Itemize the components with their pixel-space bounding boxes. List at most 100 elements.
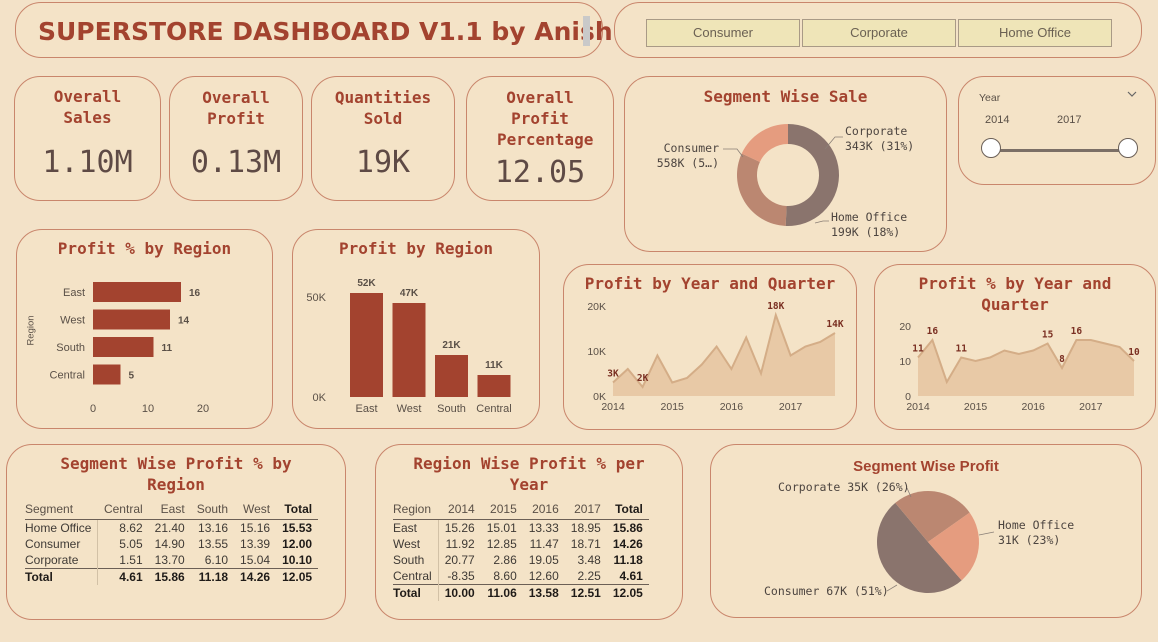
column-header[interactable]: Region bbox=[393, 500, 439, 520]
donut-label-consumer: Consumer 558K (5…) bbox=[653, 141, 719, 171]
label-name: Corporate bbox=[845, 124, 908, 138]
kpi-value: 19K bbox=[355, 145, 411, 180]
y-tick-label: 0K bbox=[313, 392, 327, 404]
donut-slice-corporate bbox=[737, 153, 787, 226]
table-cell: 15.16 bbox=[240, 521, 271, 535]
column-header[interactable]: South bbox=[190, 500, 235, 520]
column-header[interactable]: East bbox=[148, 500, 191, 520]
table-row: Consumer 5.05 14.90 13.55 13.39 12.00 bbox=[25, 536, 318, 552]
table-row: South 20.77 2.86 19.05 3.48 11.18 bbox=[393, 552, 649, 568]
table-cell: 11.92 bbox=[445, 537, 475, 551]
table-cell: East bbox=[393, 519, 439, 536]
y-tick-label: 20 bbox=[899, 321, 911, 333]
data-label: 2K bbox=[637, 373, 649, 384]
profit-pct-year-quarter-chart: 010202014 2015 2016 20171116111581610 bbox=[899, 321, 1140, 413]
region-profit-matrix: Region 2014 2015 2016 2017 Total East 15.26 15.0… bbox=[393, 500, 649, 601]
segment-profit-matrix: Segment Central East South West Total Home Off… bbox=[25, 500, 319, 585]
data-label: 18K bbox=[767, 301, 784, 312]
table-cell: 13.55 bbox=[198, 537, 229, 551]
column-header[interactable]: Segment bbox=[25, 500, 98, 520]
column-header[interactable]: West bbox=[234, 500, 277, 520]
year-slider-track[interactable] bbox=[992, 149, 1129, 152]
pie-label-corporate: Corporate 35K (26%) bbox=[778, 480, 910, 494]
table-cell: 14.26 bbox=[612, 537, 643, 551]
table-cell: 12.60 bbox=[528, 569, 559, 583]
y-tick-label: 10 bbox=[899, 356, 911, 368]
segment-button-home-office[interactable]: Home Office bbox=[958, 19, 1112, 47]
y-axis-title: Region bbox=[25, 315, 37, 346]
column-header[interactable]: Total bbox=[276, 500, 319, 520]
bar bbox=[435, 355, 468, 397]
column-header[interactable]: 2015 bbox=[480, 500, 523, 520]
category-label: South bbox=[437, 403, 466, 415]
table-cell: 10.10 bbox=[282, 553, 313, 567]
table-cell: 12.05 bbox=[606, 584, 649, 601]
segment-profit-table-card: Segment Wise Profit % by Region Segment C… bbox=[6, 444, 346, 620]
bar bbox=[93, 309, 170, 330]
year-start-input[interactable]: 2014 bbox=[985, 114, 1009, 126]
column-header[interactable]: 2014 bbox=[438, 500, 481, 520]
category-label: East bbox=[355, 403, 377, 415]
kpi-overall-profit: Overall Profit 0.13M bbox=[169, 76, 303, 201]
category-label: South bbox=[56, 342, 85, 354]
column-header[interactable]: 2016 bbox=[522, 500, 565, 520]
table-cell: 6.10 bbox=[204, 553, 229, 567]
data-label: 52K bbox=[357, 278, 376, 289]
table-cell: Central bbox=[393, 568, 439, 585]
table-title: Region Wise Profit % per Year bbox=[413, 454, 645, 494]
x-tick-label: 2015 bbox=[964, 401, 988, 413]
segment-button-consumer[interactable]: Consumer bbox=[646, 19, 800, 47]
table-cell: 15.53 bbox=[282, 521, 313, 535]
table-cell: 15.01 bbox=[486, 521, 517, 535]
kpi-value: 1.10M bbox=[42, 145, 133, 180]
area-fill bbox=[918, 340, 1134, 396]
data-label: 14K bbox=[826, 319, 843, 330]
profit-pct-year-quarter-card: Profit % by Year and Quarter 0 10 20 2014 20… bbox=[874, 264, 1156, 430]
segment-button-corporate[interactable]: Corporate bbox=[802, 19, 956, 47]
profit-year-quarter-chart: 0K10K20K2014 2015 2016 20173K 2K18K14K bbox=[587, 301, 844, 413]
leader-line-home-office bbox=[814, 220, 829, 224]
year-end-input[interactable]: 2017 bbox=[1057, 114, 1081, 126]
table-cell: 12.85 bbox=[486, 537, 517, 551]
y-tick-label: 20K bbox=[587, 301, 606, 313]
table-cell: 13.58 bbox=[522, 584, 565, 601]
category-label: West bbox=[397, 403, 422, 415]
y-tick-label: 10K bbox=[587, 346, 606, 358]
year-slider-end-handle[interactable] bbox=[1118, 138, 1138, 158]
column-header[interactable]: 2017 bbox=[564, 500, 607, 520]
table-cell: 1.51 bbox=[119, 553, 143, 567]
table-cell: 21.40 bbox=[154, 521, 185, 535]
kpi-label: Quantities Sold bbox=[334, 88, 432, 128]
table-cell: 12.05 bbox=[276, 568, 319, 585]
profit-year-quarter-card: Profit by Year and Quarter 0K 10K 20K 2014 2… bbox=[563, 264, 857, 430]
bar bbox=[350, 293, 383, 397]
kpi-label: Overall Profit bbox=[202, 88, 270, 128]
table-cell: 4.61 bbox=[619, 569, 643, 583]
segment-slicer: Consumer Corporate Home Office bbox=[614, 2, 1142, 58]
data-label: 15 bbox=[1042, 330, 1054, 341]
x-tick-label: 0 bbox=[90, 403, 96, 415]
bar bbox=[477, 375, 511, 397]
table-cell: Corporate bbox=[25, 552, 99, 569]
column-header[interactable]: Central bbox=[97, 500, 149, 520]
table-cell: 11.18 bbox=[190, 568, 235, 585]
data-label: 5 bbox=[129, 371, 135, 382]
column-header[interactable]: Total bbox=[606, 500, 649, 520]
x-tick-label: 2016 bbox=[720, 401, 744, 413]
year-slider-start-handle[interactable] bbox=[981, 138, 1001, 158]
table-cell: 18.71 bbox=[570, 537, 601, 551]
year-slicer-card: Year 2014 2017 bbox=[958, 76, 1156, 185]
x-tick-label: 2017 bbox=[779, 401, 803, 413]
table-cell: 19.05 bbox=[528, 553, 559, 567]
chevron-down-icon[interactable] bbox=[1127, 90, 1137, 98]
x-tick-label: 2014 bbox=[601, 401, 625, 413]
category-label: Central bbox=[50, 370, 85, 382]
table-row: Central -8.35 8.60 12.60 2.25 4.61 bbox=[393, 568, 649, 585]
label-name: Home Office bbox=[998, 518, 1075, 532]
table-cell: 15.86 bbox=[612, 521, 643, 535]
kpi-overall-profit-percentage: Overall Profit Percentage 12.05 bbox=[466, 76, 614, 201]
table-cell: 12.00 bbox=[282, 537, 313, 551]
data-label: 10 bbox=[1128, 347, 1140, 358]
bar bbox=[93, 364, 121, 385]
data-label: 3K bbox=[607, 369, 619, 380]
